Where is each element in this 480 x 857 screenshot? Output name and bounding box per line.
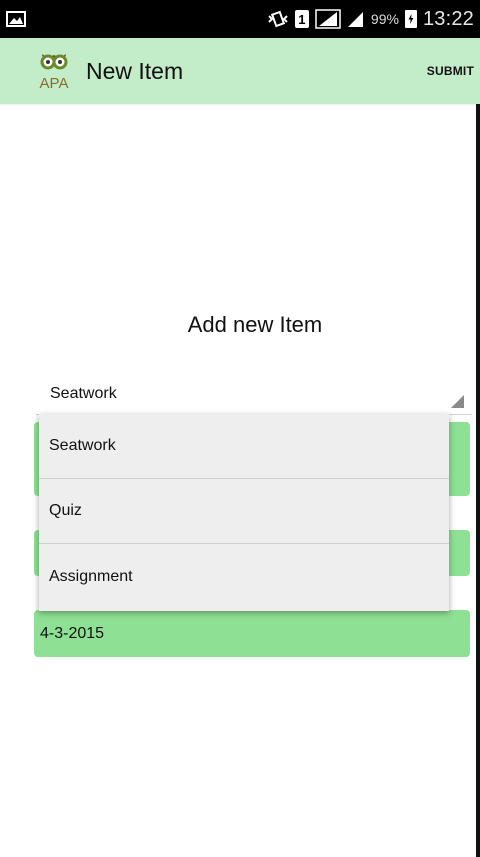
form-heading: Add new Item bbox=[187, 312, 323, 337]
spinner-selected-value: Seatwork bbox=[50, 385, 117, 402]
battery-icon bbox=[404, 10, 417, 28]
toolbar: APA New Item SUBMIT bbox=[0, 38, 480, 104]
type-dropdown-menu: Seatwork Quiz Assignment bbox=[39, 414, 449, 611]
dropdown-option-quiz[interactable]: Quiz bbox=[39, 479, 449, 544]
clock: 13:22 bbox=[422, 7, 474, 30]
date-value: 4-3-2015 bbox=[40, 625, 105, 642]
battery-percent: 99% bbox=[370, 11, 399, 27]
vibrate-icon bbox=[268, 10, 288, 28]
status-right: 1 99% 13:22 bbox=[267, 8, 474, 31]
signal-icon-2 bbox=[347, 12, 363, 27]
status-left bbox=[6, 11, 26, 27]
dropdown-option-seatwork[interactable]: Seatwork bbox=[39, 414, 449, 479]
submit-button[interactable]: SUBMIT bbox=[417, 64, 480, 78]
signal-icon bbox=[315, 9, 341, 29]
status-bar: 1 99% 13:22 bbox=[0, 0, 480, 38]
date-field[interactable]: 4-3-2015 bbox=[34, 610, 470, 657]
image-icon bbox=[6, 11, 26, 27]
dropdown-option-assignment[interactable]: Assignment bbox=[39, 544, 449, 609]
item-type-spinner[interactable]: Seatwork bbox=[36, 380, 472, 415]
logo-text: APA bbox=[40, 75, 69, 92]
sim-icon: 1 bbox=[294, 10, 309, 28]
owl-logo: APA bbox=[40, 54, 69, 92]
spinner-triangle-icon bbox=[451, 395, 464, 408]
screen-edge bbox=[476, 104, 480, 857]
page-title: New Item bbox=[86, 57, 184, 84]
